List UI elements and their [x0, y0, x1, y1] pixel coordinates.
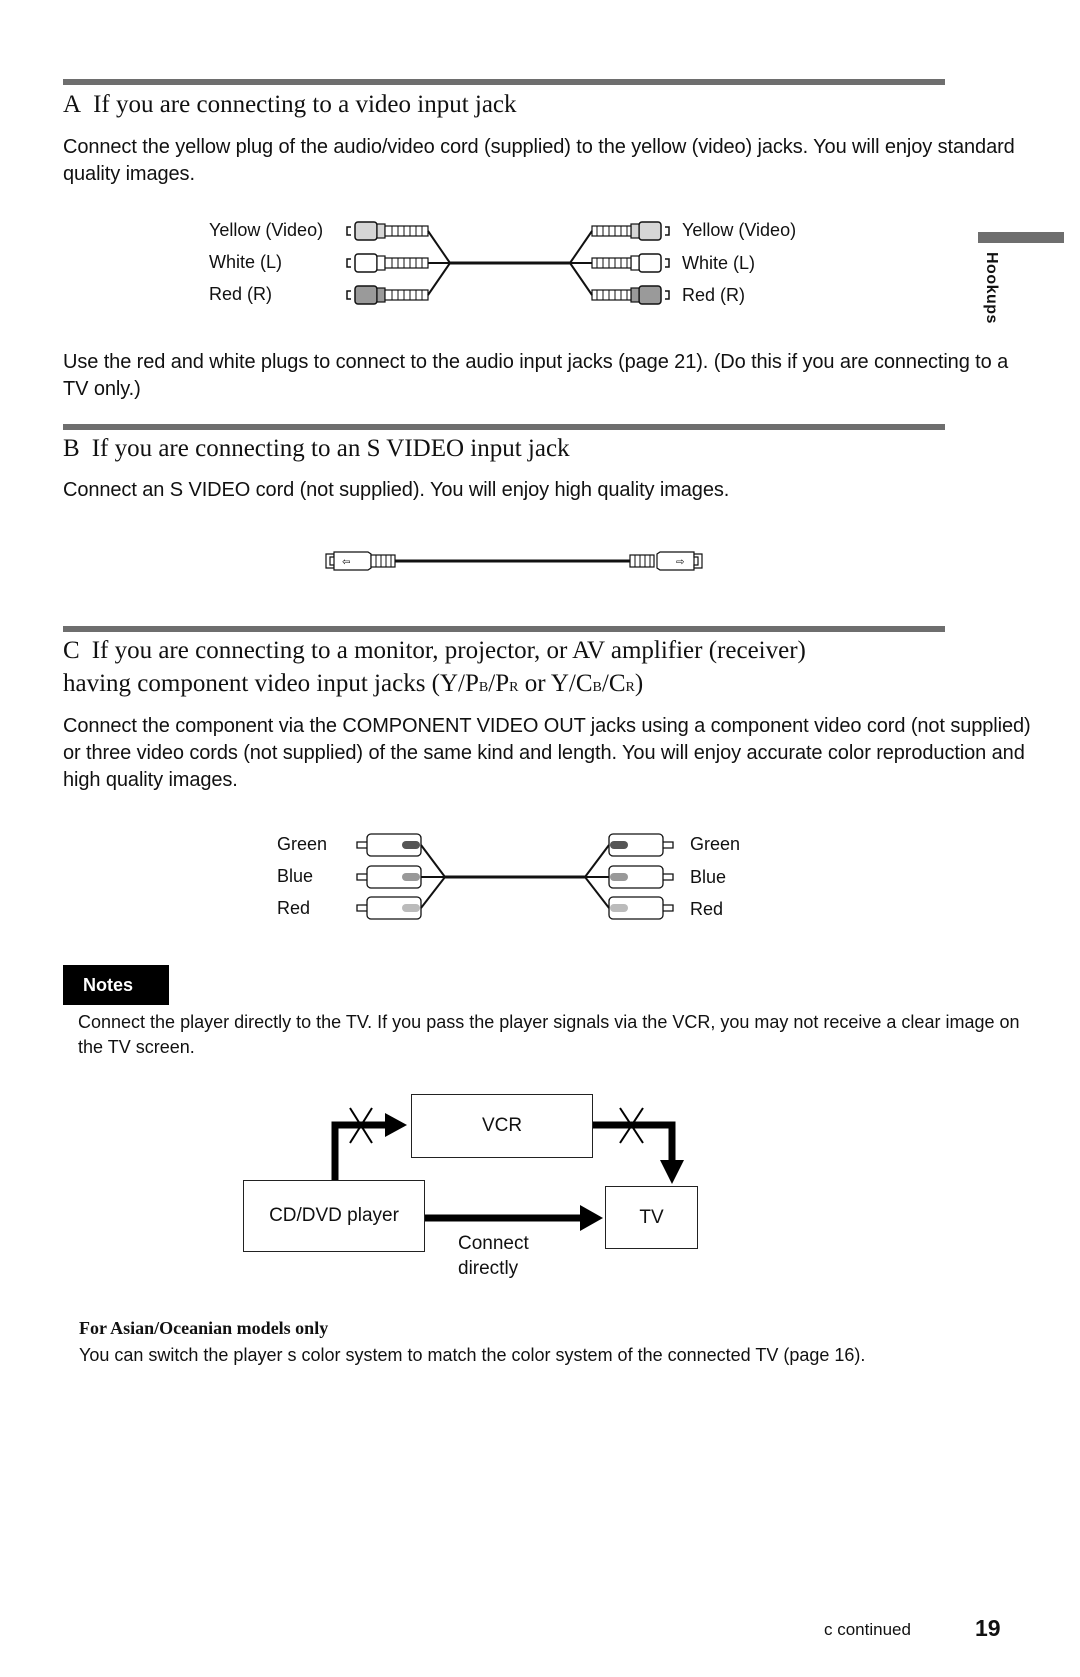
continued-label: c continued [824, 1620, 911, 1639]
arrow-head [580, 1205, 603, 1231]
connect-directly-line1: Connect [458, 1233, 529, 1254]
arrow-vcr-to-tv [592, 1121, 676, 1160]
vcr-box: VCR [411, 1094, 593, 1158]
asian-models-heading: For Asian/Oceanian models only [79, 1318, 329, 1338]
arrow-head [660, 1160, 684, 1184]
tv-box: TV [605, 1186, 698, 1249]
tv-label: TV [639, 1206, 664, 1228]
page-number: 19 [975, 1615, 1001, 1641]
player-box: CD/DVD player [243, 1180, 425, 1252]
arrow-player-to-vcr [331, 1121, 385, 1180]
asian-models-text: You can switch the player s color system… [79, 1345, 866, 1365]
arrow-head [385, 1113, 407, 1137]
player-label: CD/DVD player [269, 1205, 399, 1226]
vcr-label: VCR [481, 1115, 523, 1136]
connect-directly-line2: directly [458, 1258, 519, 1279]
